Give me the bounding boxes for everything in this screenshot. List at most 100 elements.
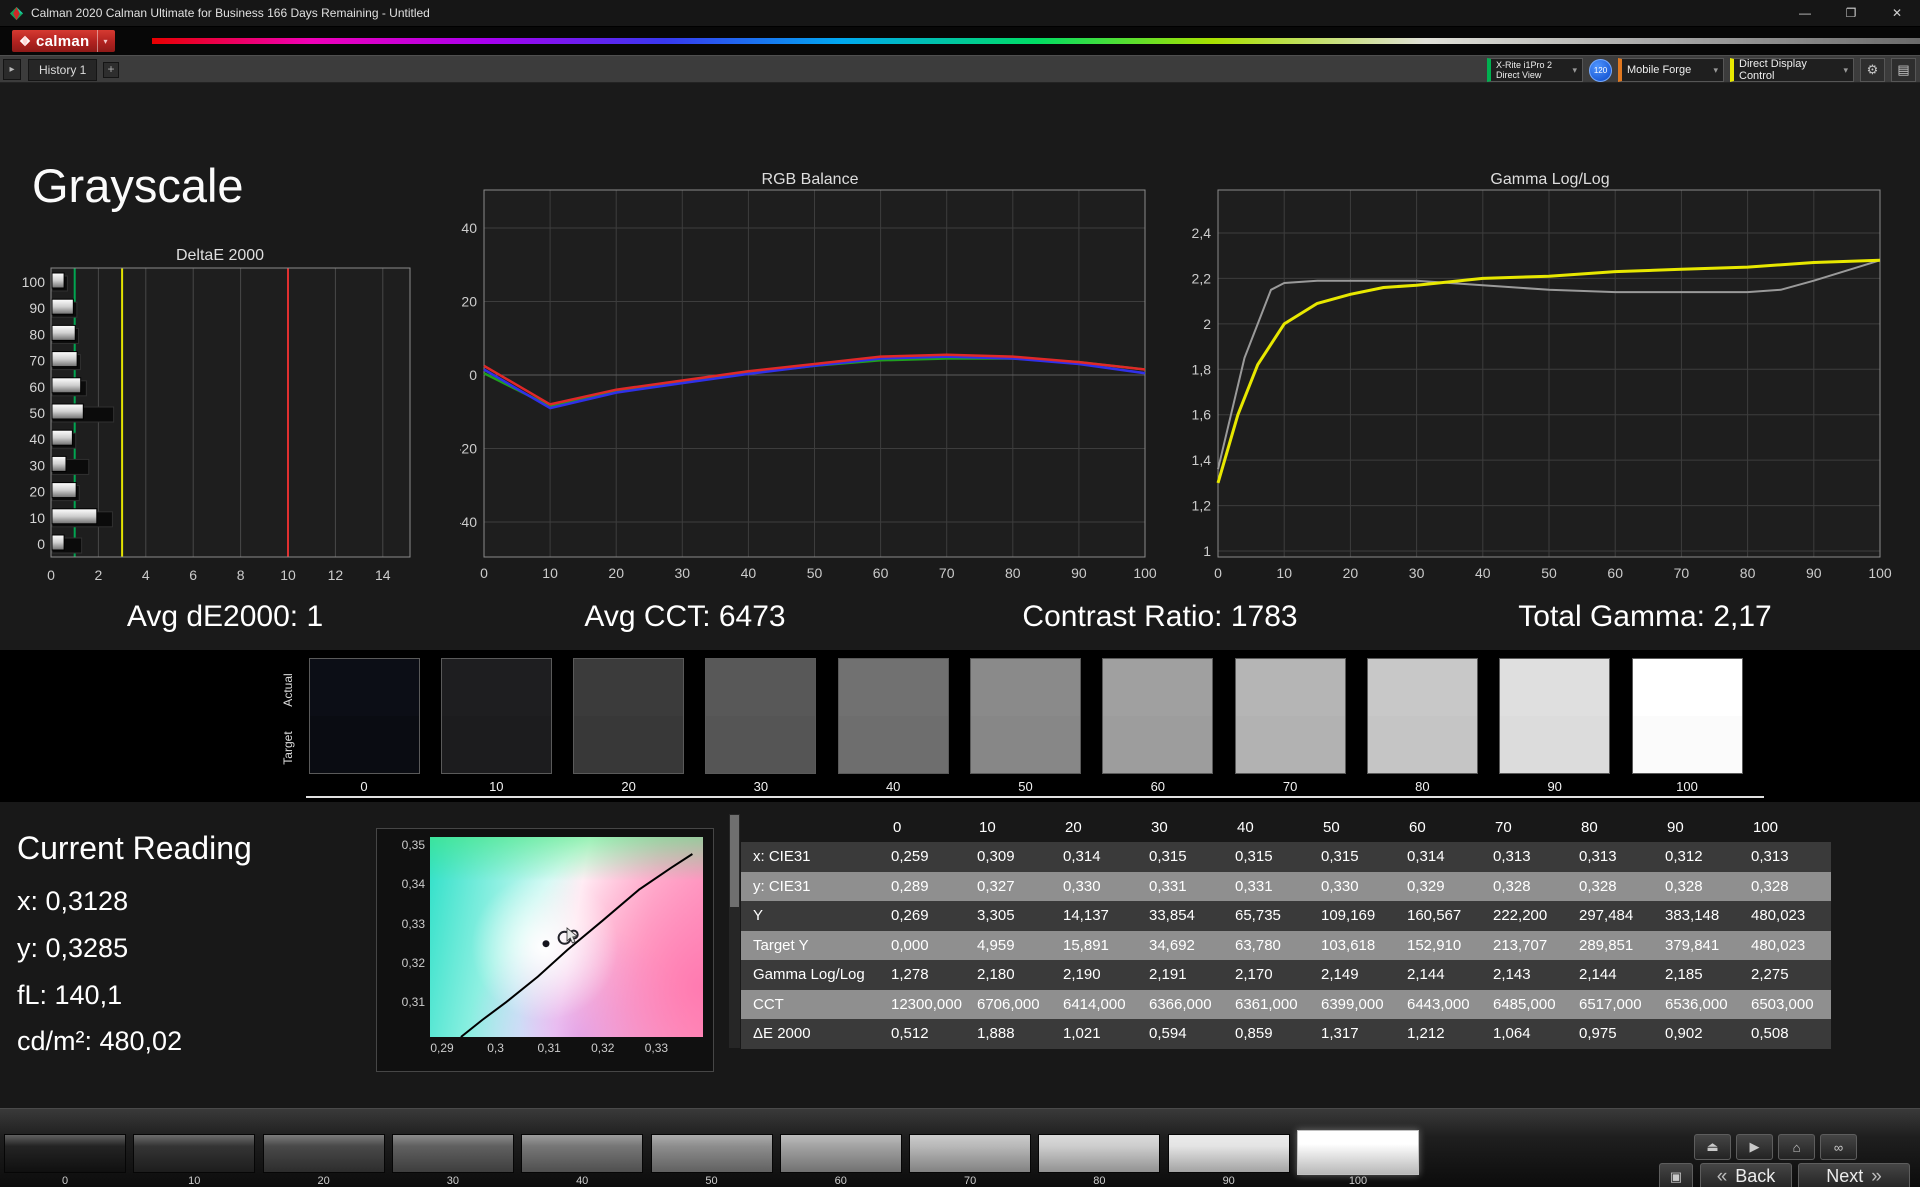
cie-x-tick-label: 0,33 xyxy=(644,1041,669,1055)
pattern-button-80[interactable] xyxy=(1038,1134,1161,1173)
gear-icon: ⚙ xyxy=(1866,62,1879,77)
table-col-header: 90 xyxy=(1667,819,1684,836)
close-button[interactable]: ✕ xyxy=(1874,0,1920,26)
tab-history-1[interactable]: History 1 xyxy=(28,59,98,81)
table-cell: 0,313 xyxy=(1745,842,1831,872)
workspace-button[interactable]: ▤ xyxy=(1891,58,1916,82)
table-cell: 2,149 xyxy=(1315,960,1401,990)
actual-patch xyxy=(574,659,684,716)
minimize-button[interactable]: — xyxy=(1782,0,1828,26)
chevron-down-icon: ▾ xyxy=(1843,64,1848,75)
pattern-button-0[interactable] xyxy=(4,1134,126,1173)
play-icon: ▶ xyxy=(1749,1139,1760,1154)
table-scrollbar[interactable] xyxy=(729,814,740,1048)
pattern-button-10[interactable] xyxy=(133,1134,256,1173)
swatch-level-label: 20 xyxy=(621,779,636,794)
grayscale-swatch-90 xyxy=(1499,658,1611,774)
table-cell: 0,330 xyxy=(1057,871,1143,901)
gamma-x-tick-label: 50 xyxy=(1541,565,1557,581)
table-cell: 2,170 xyxy=(1229,960,1315,990)
table-cell: 12300,000 xyxy=(885,989,971,1019)
grid-icon: ▣ xyxy=(1669,1168,1683,1184)
gamma-x-tick-label: 60 xyxy=(1607,565,1623,581)
deltae-chart: 0 2 4 6 8 10 12 141009080706050403020100 xyxy=(22,267,411,583)
deltae-bar xyxy=(51,482,77,499)
expand-panel-button[interactable]: ▸ xyxy=(3,59,21,80)
measurement-table: 0 10 20 30 40 50 60 70 80 90 100 x: CIE31 0,259 0,309… xyxy=(741,814,1831,1049)
spectrum-strip xyxy=(152,38,1920,44)
deltae-chart-title: DeltaE 2000 xyxy=(175,247,265,264)
gamma-x-tick-label: 20 xyxy=(1343,565,1359,581)
calman-logo-menu[interactable]: calman ▾ xyxy=(12,30,115,52)
display-control-dropdown[interactable]: Direct Display Control ▾ xyxy=(1730,58,1854,82)
table-cell: 152,910 xyxy=(1401,930,1487,960)
meter-status-badge[interactable]: 120 xyxy=(1589,58,1612,82)
table-col-header: 30 xyxy=(1151,819,1168,836)
table-cell: 103,618 xyxy=(1315,930,1401,960)
back-button[interactable]: « Back xyxy=(1700,1163,1792,1187)
pattern-button-20[interactable] xyxy=(262,1134,385,1173)
reading-cdm2: cd/m²: 480,02 xyxy=(17,1026,183,1056)
layout-grid-button[interactable]: ▣ xyxy=(1659,1163,1693,1187)
pattern-button-40[interactable] xyxy=(521,1134,644,1173)
add-tab-button[interactable]: + xyxy=(103,62,119,78)
cie-y-axis: 0,35 0,34 0,33 0,32 0,31 xyxy=(381,829,425,1071)
deltae-level-label: 50 xyxy=(29,405,45,421)
grayscale-swatch-80 xyxy=(1366,658,1478,774)
table-cell: 213,707 xyxy=(1487,930,1573,960)
actual-patch xyxy=(441,659,551,716)
table-cell: 0,328 xyxy=(1573,871,1659,901)
table-col-header: 40 xyxy=(1237,819,1254,836)
table-col-header: 10 xyxy=(979,819,996,836)
deltae-level-label: 30 xyxy=(29,457,45,473)
target-patch xyxy=(838,716,948,773)
cie-plot-area xyxy=(430,837,703,1037)
home-button[interactable]: ⌂ xyxy=(1778,1134,1815,1160)
source-dropdown[interactable]: Mobile Forge ▾ xyxy=(1618,58,1724,82)
target-patch xyxy=(1103,716,1213,773)
rgb-x-tick-label: 60 xyxy=(873,565,889,581)
titlebar: Calman 2020 Calman Ultimate for Business… xyxy=(0,0,1920,27)
pattern-button-100[interactable] xyxy=(1297,1130,1419,1175)
link-button[interactable]: ∞ xyxy=(1820,1134,1857,1160)
rgb-x-tick-label: 20 xyxy=(608,565,624,581)
deltae-level-label: 0 xyxy=(37,536,45,552)
display-control-label: Direct Display Control xyxy=(1739,58,1807,82)
pattern-button-30[interactable] xyxy=(391,1134,514,1173)
target-patch xyxy=(441,716,551,773)
target-patch xyxy=(1500,716,1610,773)
table-cell: 1,278 xyxy=(885,960,971,990)
rgb-x-tick-label: 70 xyxy=(939,565,955,581)
deltae-level-label: 80 xyxy=(29,326,45,342)
panel-icon: ▤ xyxy=(1897,62,1910,77)
table-cell: 0,259 xyxy=(885,842,971,872)
target-patch xyxy=(309,716,419,773)
settings-button[interactable]: ⚙ xyxy=(1860,58,1885,82)
table-cell: 0,269 xyxy=(885,901,971,931)
reading-x: x: 0,3128 xyxy=(17,886,129,916)
next-label: Next xyxy=(1826,1166,1864,1186)
meter-dropdown[interactable]: X-Rite i1Pro 2 Direct View ▾ xyxy=(1487,58,1583,82)
pattern-button-90[interactable] xyxy=(1167,1134,1290,1173)
table-col-header: 70 xyxy=(1495,819,1512,836)
gamma-x-tick-label: 10 xyxy=(1276,565,1292,581)
table-cell: 2,275 xyxy=(1745,960,1831,990)
link-icon: ∞ xyxy=(1833,1139,1844,1155)
actual-row-label: Actual xyxy=(281,673,295,707)
eject-button[interactable]: ⏏ xyxy=(1694,1134,1731,1160)
next-button[interactable]: Next » xyxy=(1798,1163,1910,1187)
gamma-x-tick-label: 70 xyxy=(1674,565,1690,581)
table-scrollbar-thumb[interactable] xyxy=(730,815,739,907)
pattern-button-50[interactable] xyxy=(650,1134,773,1173)
deltae-level-label: 60 xyxy=(29,379,45,395)
pattern-button-60[interactable] xyxy=(779,1134,902,1173)
actual-patch xyxy=(1103,659,1213,716)
maximize-button[interactable]: ❐ xyxy=(1828,0,1874,26)
pattern-button-70[interactable] xyxy=(909,1134,1032,1173)
pattern-button-label: 90 xyxy=(1222,1175,1235,1187)
table-cell: 0,314 xyxy=(1057,842,1143,872)
play-button[interactable]: ▶ xyxy=(1736,1134,1773,1160)
chevron-down-icon: ▾ xyxy=(1572,64,1577,75)
table-cell: 0,512 xyxy=(885,1019,971,1049)
table-cell: 33,854 xyxy=(1143,901,1229,931)
